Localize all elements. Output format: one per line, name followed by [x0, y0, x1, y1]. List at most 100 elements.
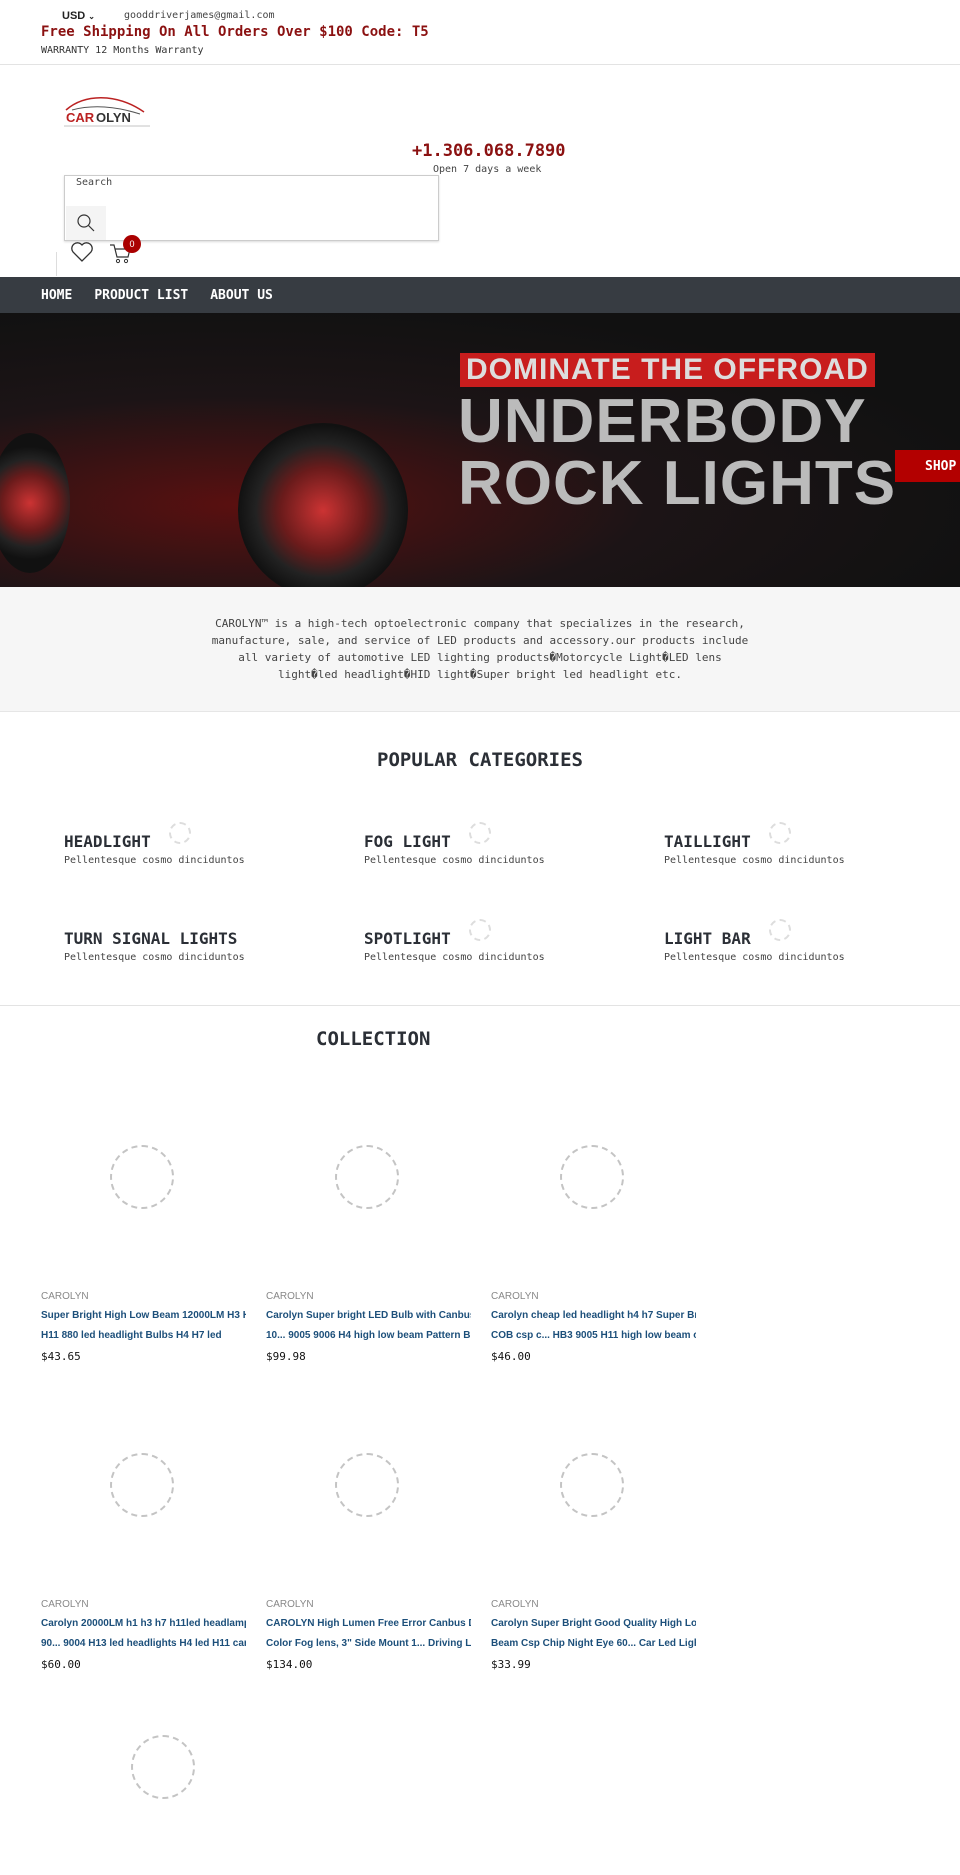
search-input[interactable]: Search — [76, 177, 112, 188]
product-brand: CAROLYN — [41, 1291, 89, 1302]
divider — [56, 252, 57, 276]
category-taillight[interactable]: TAILLIGHT Pellentesque cosmo dinciduntos — [664, 832, 845, 866]
product-brand: CAROLYN — [491, 1291, 539, 1302]
loading-spinner-icon — [169, 822, 191, 844]
loading-spinner-icon — [469, 822, 491, 844]
category-name: FOG LIGHT — [364, 832, 451, 851]
category-desc: Pellentesque cosmo dinciduntos — [664, 952, 845, 963]
product-brand: CAROLYN — [41, 1599, 89, 1610]
image-loading-icon — [560, 1145, 624, 1209]
nav-about-us[interactable]: ABOUT US — [210, 288, 273, 303]
product-card[interactable]: CAROLYN Super Bright High Low Beam 12000L… — [41, 1291, 246, 1363]
product-card[interactable]: CAROLYN Carolyn Super Bright Good Quality… — [491, 1599, 696, 1671]
product-title-line: Carolyn 20000LM h1 h3 h7 h11led headlamp — [41, 1618, 246, 1629]
image-loading-icon — [335, 1453, 399, 1517]
popular-categories-title: POPULAR CATEGORIES — [377, 749, 583, 771]
category-desc: Pellentesque cosmo dinciduntos — [364, 952, 545, 963]
search-icon — [77, 214, 95, 232]
nav-product-list[interactable]: PRODUCT LIST — [94, 288, 188, 303]
product-card[interactable]: CAROLYN Carolyn 20000LM h1 h3 h7 h11led h… — [41, 1599, 246, 1671]
product-brand: CAROLYN — [491, 1599, 539, 1610]
product-title-line: Carolyn cheap led headlight h4 h7 Super … — [491, 1310, 696, 1321]
image-loading-icon — [335, 1145, 399, 1209]
category-spotlight[interactable]: SPOTLIGHT Pellentesque cosmo dinciduntos — [364, 929, 545, 963]
wheel-graphic — [0, 433, 70, 573]
banner-title-line: UNDERBODY — [458, 387, 867, 456]
main-nav: HOME PRODUCT LIST ABOUT US — [0, 277, 960, 313]
loading-spinner-icon — [769, 919, 791, 941]
product-title-line: Beam Csp Chip Night Eye 60... Car Led Li… — [491, 1638, 696, 1649]
category-name: HEADLIGHT — [64, 832, 151, 851]
warranty-text: WARRANTY 12 Months Warranty — [41, 45, 204, 56]
search-box[interactable]: Search — [64, 175, 439, 241]
category-turn-signal[interactable]: TURN SIGNAL LIGHTS Pellentesque cosmo din… — [64, 929, 245, 963]
product-title-line: Carolyn Super Bright Good Quality High L… — [491, 1618, 696, 1629]
category-name: LIGHT BAR — [664, 929, 751, 948]
product-price: $134.00 — [266, 1658, 313, 1671]
category-name: TURN SIGNAL LIGHTS — [64, 929, 238, 948]
logo[interactable]: CAR OLYN — [62, 94, 152, 130]
svg-text:OLYN: OLYN — [96, 110, 131, 125]
product-title-line: Super Bright High Low Beam 12000LM H3 H1 — [41, 1310, 246, 1321]
wheel-graphic — [238, 423, 408, 587]
image-loading-icon — [110, 1453, 174, 1517]
hero-banner[interactable]: DOMINATE THE OFFROAD UNDERBODY ROCK LIGHT… — [0, 313, 960, 587]
category-desc: Pellentesque cosmo dinciduntos — [364, 855, 545, 866]
shop-button-label: SHOP — [925, 458, 957, 474]
category-fog-light[interactable]: FOG LIGHT Pellentesque cosmo dinciduntos — [364, 832, 545, 866]
product-title[interactable]: CAROLYN High Lumen Free Error Canbus Dua… — [266, 1614, 471, 1654]
product-price: $43.65 — [41, 1350, 81, 1363]
category-light-bar[interactable]: LIGHT BAR Pellentesque cosmo dinciduntos — [664, 929, 845, 963]
image-loading-icon — [131, 1735, 195, 1799]
shop-button[interactable]: SHOP — [895, 450, 960, 482]
nav-home[interactable]: HOME — [41, 288, 72, 303]
product-price: $60.00 — [41, 1658, 81, 1671]
product-brand: CAROLYN — [266, 1599, 314, 1610]
product-title-line: Color Fog lens, 3" Side Mount 1... Drivi… — [266, 1638, 471, 1649]
category-name: TAILLIGHT — [664, 832, 751, 851]
product-title-line: H11 880 led headlight Bulbs H4 H7 led — [41, 1330, 222, 1341]
product-price: $33.99 — [491, 1658, 531, 1671]
promo-text: Free Shipping On All Orders Over $100 Co… — [41, 24, 429, 40]
banner-title: UNDERBODY ROCK LIGHTS — [458, 391, 896, 515]
search-button[interactable] — [66, 206, 106, 240]
product-title-line: Carolyn Super bright LED Bulb with Canbu… — [266, 1310, 471, 1321]
product-title[interactable]: Carolyn cheap led headlight h4 h7 Super … — [491, 1306, 696, 1346]
currency-selector[interactable]: USD ⌄ — [62, 10, 95, 22]
section-divider — [0, 1005, 960, 1006]
product-title-line: COB csp c... HB3 9005 H11 high low beam … — [491, 1330, 696, 1341]
about-text: CAROLYN™ is a high-tech optoelectronic c… — [211, 617, 749, 681]
product-card[interactable]: CAROLYN Carolyn Super bright LED Bulb wit… — [266, 1291, 471, 1363]
image-loading-icon — [560, 1453, 624, 1517]
chevron-down-icon: ⌄ — [88, 12, 95, 21]
product-price: $99.98 — [266, 1350, 306, 1363]
product-title-line: CAROLYN High Lumen Free Error Canbus Dua… — [266, 1618, 471, 1629]
loading-spinner-icon — [469, 919, 491, 941]
image-loading-icon — [110, 1145, 174, 1209]
about-section: CAROLYN™ is a high-tech optoelectronic c… — [0, 587, 960, 712]
product-brand: CAROLYN — [266, 1291, 314, 1302]
product-title[interactable]: Carolyn 20000LM h1 h3 h7 h11led headlamp… — [41, 1614, 246, 1654]
product-price: $46.00 — [491, 1350, 531, 1363]
product-title[interactable]: Super Bright High Low Beam 12000LM H3 H1… — [41, 1306, 246, 1346]
product-card[interactable]: CAROLYN CAROLYN High Lumen Free Error Can… — [266, 1599, 471, 1671]
category-desc: Pellentesque cosmo dinciduntos — [664, 855, 845, 866]
phone-number[interactable]: +1.306.068.7890 — [412, 141, 566, 161]
product-title[interactable]: Carolyn Super Bright Good Quality High L… — [491, 1614, 696, 1654]
loading-spinner-icon — [769, 822, 791, 844]
category-headlight[interactable]: HEADLIGHT Pellentesque cosmo dinciduntos — [64, 832, 245, 866]
wishlist-heart-icon[interactable] — [70, 241, 94, 263]
category-desc: Pellentesque cosmo dinciduntos — [64, 855, 245, 866]
opening-hours: Open 7 days a week — [433, 164, 542, 175]
banner-title-line: ROCK LIGHTS — [458, 449, 897, 518]
product-title[interactable]: Carolyn Super bright LED Bulb with Canbu… — [266, 1306, 471, 1346]
product-title-line: 90... 9004 H13 led headlights H4 led H11… — [41, 1638, 246, 1649]
collection-title: COLLECTION — [316, 1028, 431, 1050]
cart-count-badge: 0 — [123, 235, 141, 253]
contact-email[interactable]: gooddriverjames@gmail.com — [124, 10, 275, 21]
product-title-line: 10... 9005 9006 H4 high low beam Pattern… — [266, 1330, 471, 1341]
product-card[interactable]: CAROLYN Carolyn cheap led headlight h4 h7… — [491, 1291, 696, 1363]
svg-text:CAR: CAR — [66, 110, 95, 125]
category-name: SPOTLIGHT — [364, 929, 451, 948]
category-desc: Pellentesque cosmo dinciduntos — [64, 952, 245, 963]
